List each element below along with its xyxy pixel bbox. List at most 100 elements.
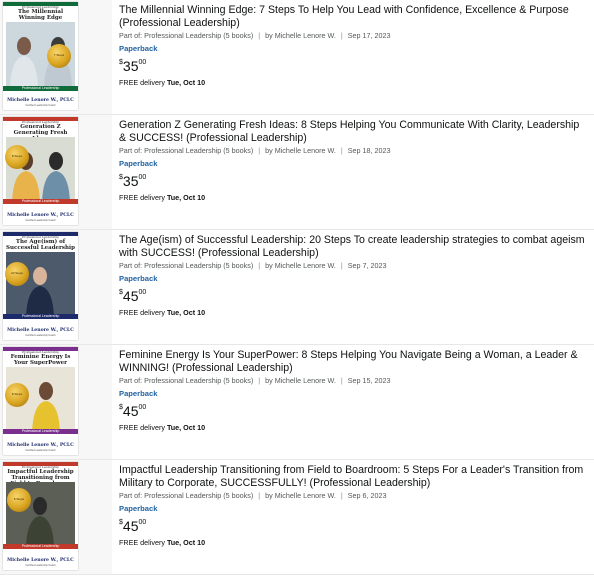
author-link[interactable]: by Michelle Lenore W. — [265, 146, 336, 155]
delivery-date: Tue, Oct 10 — [166, 423, 206, 432]
result-title-link[interactable]: The Age(ism) of Successful Leadership: 2… — [119, 234, 589, 259]
price-fraction: 00 — [138, 174, 147, 181]
result-meta: Part of: Professional Leadership (5 book… — [119, 146, 589, 156]
delivery-date: Tue, Oct 10 — [166, 193, 206, 202]
result-meta: Part of: Professional Leadership (5 book… — [119, 376, 589, 386]
cover-figure-head — [17, 37, 31, 55]
result-item: Professional Leadership The Age(ism) of … — [0, 230, 594, 345]
price-whole: 45 — [122, 288, 139, 304]
cover-author-block: Michelle Lenore W., PCLC Certified Leade… — [3, 211, 78, 225]
delivery-label: FREE delivery — [119, 78, 165, 87]
thumbnail-area: Professional Leadership The Age(ism) of … — [0, 230, 112, 344]
result-item: Professional Leadership Feminine Energy … — [0, 345, 594, 460]
book-cover-image[interactable]: Professional Leadership Impactful Leader… — [3, 462, 78, 570]
delivery-label: FREE delivery — [119, 193, 165, 202]
cover-title: The Age(ism) of Successful Leadership — [6, 239, 75, 251]
thumbnail-area: Professional Leadership The Millennial W… — [0, 0, 112, 114]
cover-author-block: Michelle Lenore W., PCLC Certified Leade… — [3, 326, 78, 340]
cover-author-subtitle: Certified Leadership Coach — [25, 334, 56, 337]
cover-figure-head — [33, 267, 47, 285]
thumbnail-area: Professional Leadership Feminine Energy … — [0, 345, 112, 459]
price-fraction: 00 — [138, 404, 147, 411]
cover-author-name: Michelle Lenore W., PCLC — [7, 443, 74, 448]
price[interactable]: $4500 — [119, 401, 589, 421]
format-link[interactable]: Paperback — [119, 273, 589, 285]
book-cover-image[interactable]: Professional Leadership Feminine Energy … — [3, 347, 78, 455]
price-whole: 35 — [122, 58, 139, 74]
book-cover-image[interactable]: Professional Leadership The Age(ism) of … — [3, 232, 78, 340]
publish-date: Sep 7, 2023 — [347, 261, 387, 270]
cover-author-block: Michelle Lenore W., PCLC Certified Leade… — [3, 556, 78, 570]
result-title-link[interactable]: The Millennial Winning Edge: 7 Steps To … — [119, 4, 589, 29]
price-whole: 45 — [122, 518, 139, 534]
series-link[interactable]: Part of: Professional Leadership (5 book… — [119, 31, 253, 40]
cover-author-name: Michelle Lenore W., PCLC — [7, 98, 74, 103]
result-title-link[interactable]: Impactful Leadership Transitioning from … — [119, 464, 589, 489]
author-link[interactable]: by Michelle Lenore W. — [265, 376, 336, 385]
cover-figure-head — [49, 152, 63, 170]
series-link[interactable]: Part of: Professional Leadership (5 book… — [119, 261, 253, 270]
delivery-info: FREE delivery Tue, Oct 10 — [119, 307, 589, 319]
result-info: Impactful Leadership Transitioning from … — [119, 464, 589, 549]
series-link[interactable]: Part of: Professional Leadership (5 book… — [119, 491, 253, 500]
series-link[interactable]: Part of: Professional Leadership (5 book… — [119, 376, 253, 385]
cover-series-bar: Professional Leadership — [3, 86, 78, 91]
price-symbol: $ — [119, 174, 123, 181]
cover-steps-badge: 8 Steps — [5, 383, 29, 407]
author-link[interactable]: by Michelle Lenore W. — [265, 261, 336, 270]
cover-figure-head — [39, 382, 53, 400]
result-title-link[interactable]: Feminine Energy Is Your SuperPower: 8 St… — [119, 349, 589, 374]
cover-author-subtitle: Certified Leadership Coach — [25, 449, 56, 452]
delivery-date: Tue, Oct 10 — [166, 538, 206, 547]
thumbnail-area: Professional Leadership Generation Z Gen… — [0, 115, 112, 229]
price-symbol: $ — [119, 59, 123, 66]
format-link[interactable]: Paperback — [119, 388, 589, 400]
author-link[interactable]: by Michelle Lenore W. — [265, 491, 336, 500]
delivery-info: FREE delivery Tue, Oct 10 — [119, 77, 589, 89]
cover-author-subtitle: Certified Leadership Coach — [25, 219, 56, 222]
delivery-info: FREE delivery Tue, Oct 10 — [119, 192, 589, 204]
result-item: Professional Leadership Generation Z Gen… — [0, 115, 594, 230]
result-info: Generation Z Generating Fresh Ideas: 8 S… — [119, 119, 589, 204]
search-results-list: Professional Leadership The Millennial W… — [0, 0, 594, 575]
publish-date: Sep 17, 2023 — [347, 31, 391, 40]
price[interactable]: $3500 — [119, 56, 589, 76]
cover-series-bar: Professional Leadership — [3, 199, 78, 204]
cover-author-name: Michelle Lenore W., PCLC — [7, 213, 74, 218]
result-meta: Part of: Professional Leadership (5 book… — [119, 261, 589, 271]
series-link[interactable]: Part of: Professional Leadership (5 book… — [119, 146, 253, 155]
price[interactable]: $4500 — [119, 286, 589, 306]
format-link[interactable]: Paperback — [119, 503, 589, 515]
delivery-info: FREE delivery Tue, Oct 10 — [119, 422, 589, 434]
price-fraction: 00 — [138, 289, 147, 296]
delivery-label: FREE delivery — [119, 308, 165, 317]
book-cover-image[interactable]: Professional Leadership Generation Z Gen… — [3, 117, 78, 225]
cover-steps-badge: 5 Steps — [7, 488, 31, 512]
cover-author-name: Michelle Lenore W., PCLC — [7, 328, 74, 333]
meta-separator: | — [258, 261, 261, 270]
price-fraction: 00 — [138, 519, 147, 526]
result-title-link[interactable]: Generation Z Generating Fresh Ideas: 8 S… — [119, 119, 589, 144]
cover-steps-badge: 20 Steps — [5, 262, 29, 286]
cover-author-block: Michelle Lenore W., PCLC Certified Leade… — [3, 441, 78, 455]
format-link[interactable]: Paperback — [119, 43, 589, 55]
cover-figure-head — [33, 497, 47, 515]
price-whole: 35 — [122, 173, 139, 189]
publish-date: Sep 18, 2023 — [347, 146, 391, 155]
book-cover-image[interactable]: Professional Leadership The Millennial W… — [3, 2, 78, 110]
meta-separator: | — [340, 261, 343, 270]
cover-title: The Millennial Winning Edge — [17, 9, 64, 21]
publish-date: Sep 6, 2023 — [347, 491, 387, 500]
result-meta: Part of: Professional Leadership (5 book… — [119, 31, 589, 41]
delivery-date: Tue, Oct 10 — [166, 78, 206, 87]
price[interactable]: $4500 — [119, 516, 589, 536]
cover-author-block: Michelle Lenore W., PCLC Certified Leade… — [3, 96, 78, 110]
price[interactable]: $3500 — [119, 171, 589, 191]
result-info: The Age(ism) of Successful Leadership: 2… — [119, 234, 589, 319]
result-item: Professional Leadership The Millennial W… — [0, 0, 594, 115]
result-info: Feminine Energy Is Your SuperPower: 8 St… — [119, 349, 589, 434]
publish-date: Sep 15, 2023 — [347, 376, 391, 385]
result-item: Professional Leadership Impactful Leader… — [0, 460, 594, 575]
format-link[interactable]: Paperback — [119, 158, 589, 170]
author-link[interactable]: by Michelle Lenore W. — [265, 31, 336, 40]
